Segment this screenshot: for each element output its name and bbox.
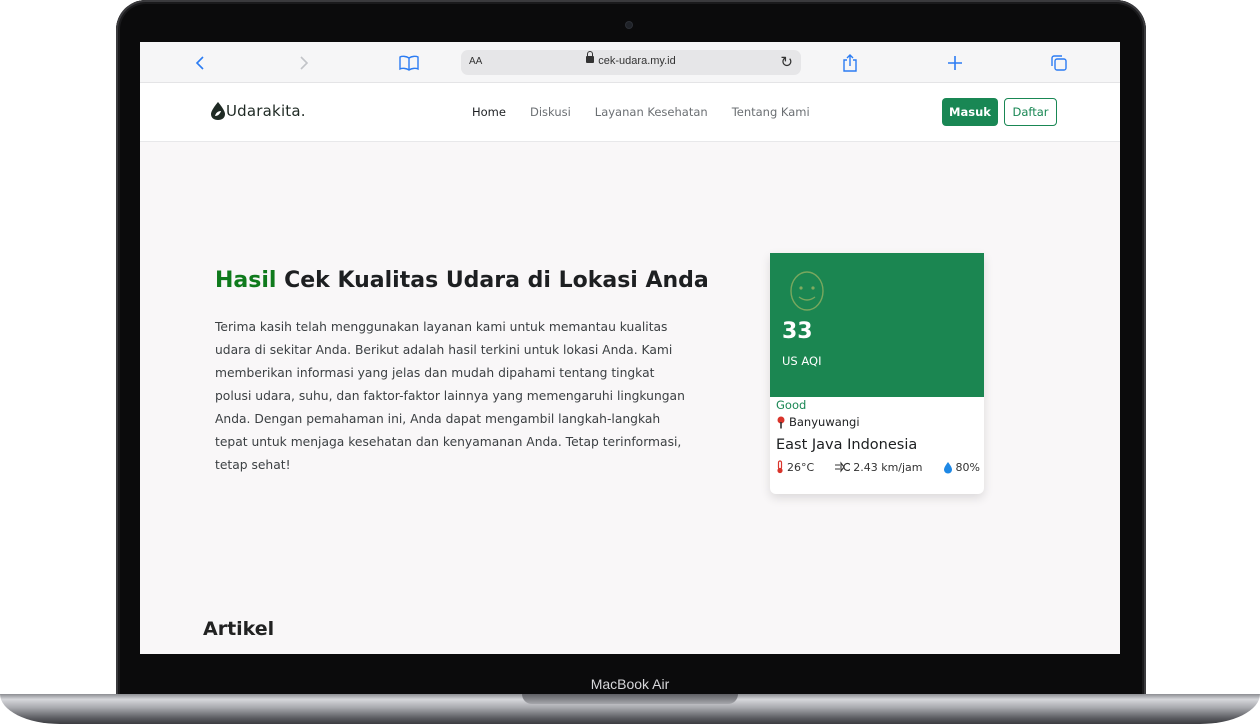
aqi-unit: US AQI (782, 354, 822, 368)
wind-icon (835, 461, 851, 473)
face-mask-icon (790, 271, 824, 311)
lock-icon (586, 51, 595, 63)
tabs-overview-button[interactable] (1047, 51, 1071, 75)
hero-title: Hasil Cek Kualitas Udara di Lokasi Anda (215, 268, 709, 293)
wind-metric: 2.43 km/jam (834, 460, 923, 474)
plus-icon (948, 56, 962, 70)
forward-button[interactable] (292, 51, 316, 75)
aqi-status: Good (776, 398, 807, 412)
hero-title-rest: Cek Kualitas Udara di Lokasi Anda (276, 268, 709, 293)
chevron-right-icon (300, 56, 309, 70)
register-button[interactable]: Daftar (1004, 98, 1057, 126)
back-button[interactable] (188, 51, 212, 75)
nav-tentang-kami[interactable]: Tentang Kami (732, 105, 810, 119)
leaf-drop-icon (211, 102, 225, 120)
chevron-left-icon (195, 56, 204, 70)
share-icon (843, 54, 857, 72)
temperature-value: 26°C (787, 460, 815, 474)
wind-value: 2.43 km/jam (853, 460, 923, 474)
pin-icon (777, 416, 785, 428)
url-text: cek-udara.my.id (598, 55, 676, 67)
thermometer-icon (777, 460, 783, 474)
login-button[interactable]: Masuk (942, 98, 998, 126)
temperature-metric: 26°C (776, 460, 814, 474)
nav-home[interactable]: Home (472, 105, 506, 119)
location-region: East Java Indonesia (776, 437, 918, 453)
camera-icon (626, 22, 632, 28)
hero-description: Terima kasih telah menggunakan layanan k… (215, 320, 685, 472)
laptop-hinge-notch (522, 694, 738, 704)
water-drop-icon (943, 461, 952, 473)
hero-title-accent: Hasil (215, 268, 277, 293)
aqi-card: 33 US AQI Good Banyuwangi East Java Indo… (770, 253, 984, 494)
aqi-value: 33 (782, 319, 813, 344)
browser-screen: AA cek-udara.my.id ↻ Udarakita. Home Dis… (140, 42, 1120, 654)
humidity-metric: 80% (943, 460, 980, 474)
reload-icon[interactable]: ↻ (780, 53, 793, 71)
articles-heading: Artikel (203, 618, 275, 640)
share-button[interactable] (838, 51, 862, 75)
city-name: Banyuwangi (789, 415, 860, 429)
aqi-card-header: 33 US AQI (770, 253, 984, 397)
nav-diskusi[interactable]: Diskusi (530, 105, 571, 119)
nav-layanan-kesehatan[interactable]: Layanan Kesehatan (595, 105, 708, 119)
brand-name: Udarakita. (226, 102, 306, 120)
brand-logo[interactable]: Udarakita. (210, 101, 306, 121)
device-label: MacBook Air (590, 676, 670, 692)
url-display: cek-udara.my.id (461, 51, 801, 67)
address-bar[interactable]: AA cek-udara.my.id ↻ (461, 50, 801, 75)
nav-links: Home Diskusi Layanan Kesehatan Tentang K… (472, 105, 834, 119)
weather-metrics: 26°C 2.43 km/jam 80% (776, 460, 980, 474)
location-city: Banyuwangi (776, 415, 860, 429)
browser-toolbar: AA cek-udara.my.id ↻ (140, 42, 1120, 83)
site-navbar: Udarakita. Home Diskusi Layanan Kesehata… (140, 83, 1120, 142)
new-tab-button[interactable] (943, 51, 967, 75)
humidity-value: 80% (955, 460, 980, 474)
tabs-icon (1051, 55, 1067, 71)
book-icon (399, 55, 419, 71)
bookmarks-button[interactable] (397, 51, 421, 75)
